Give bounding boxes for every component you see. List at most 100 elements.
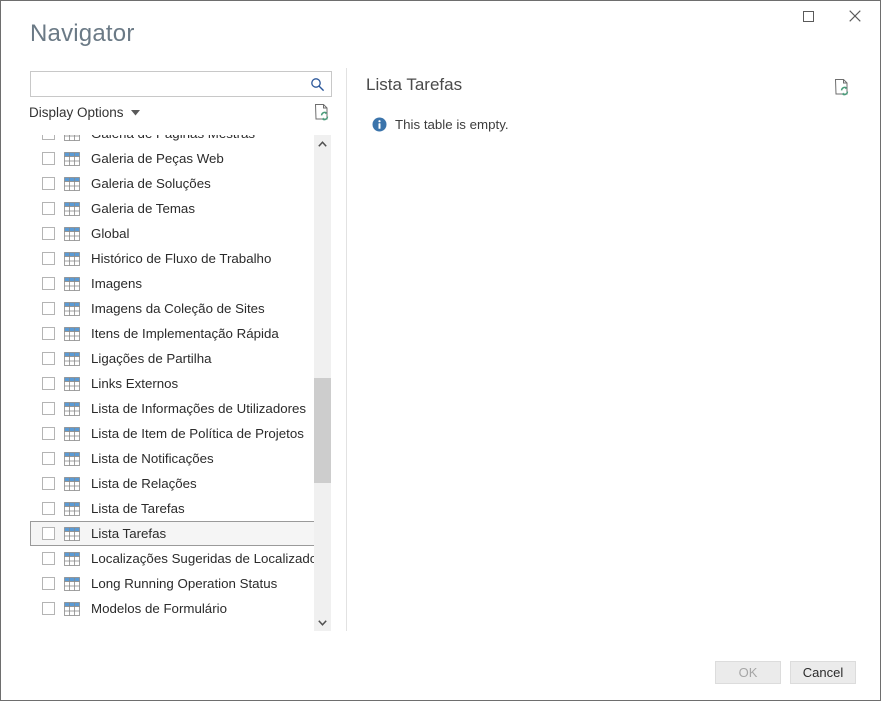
table-checkbox[interactable]	[42, 577, 55, 590]
table-checkbox[interactable]	[42, 277, 55, 290]
maximize-button[interactable]	[785, 1, 831, 31]
table-icon	[64, 601, 80, 616]
preview-refresh-document-icon[interactable]	[832, 78, 852, 98]
table-list-item[interactable]: Itens de Implementação Rápida	[30, 321, 315, 346]
table-icon-glyph	[64, 526, 80, 541]
search-input[interactable]	[31, 72, 303, 96]
table-item-label: Galeria de Páginas Mestras	[91, 135, 255, 141]
table-icon-glyph	[64, 476, 80, 491]
table-list-item[interactable]: Modelos de Formulário	[30, 596, 315, 621]
scroll-up-button[interactable]	[314, 135, 331, 152]
table-icon	[64, 326, 80, 341]
table-list-item[interactable]: Global	[30, 221, 315, 246]
scroll-down-button[interactable]	[314, 614, 331, 631]
table-checkbox[interactable]	[42, 552, 55, 565]
table-checkbox[interactable]	[42, 352, 55, 365]
table-checkbox[interactable]	[42, 602, 55, 615]
refresh-document-glyph	[314, 104, 329, 121]
table-item-label: Galeria de Soluções	[91, 176, 211, 191]
ok-button[interactable]: OK	[715, 661, 781, 684]
table-list-item[interactable]: Localizações Sugeridas de Localizador...	[30, 546, 315, 571]
table-icon	[64, 526, 80, 541]
scrollbar-thumb[interactable]	[314, 378, 331, 483]
table-icon	[64, 551, 80, 566]
magnifier-glyph	[310, 77, 324, 91]
table-item-label: Lista de Relações	[91, 476, 197, 491]
table-checkbox[interactable]	[42, 252, 55, 265]
table-icon	[64, 576, 80, 591]
table-list-item[interactable]: Lista de Informações de Utilizadores	[30, 396, 315, 421]
table-checkbox[interactable]	[42, 427, 55, 440]
table-checkbox[interactable]	[42, 227, 55, 240]
table-checkbox[interactable]	[42, 477, 55, 490]
close-icon	[849, 10, 861, 22]
display-options-label: Display Options	[29, 105, 124, 120]
page-title: Navigator	[30, 20, 135, 47]
table-icon	[64, 476, 80, 491]
display-options-dropdown[interactable]: Display Options	[29, 105, 140, 120]
table-checkbox[interactable]	[42, 452, 55, 465]
search-icon[interactable]	[307, 75, 327, 93]
table-checkbox[interactable]	[42, 202, 55, 215]
search-box[interactable]	[30, 71, 332, 97]
table-icon-glyph	[64, 551, 80, 566]
empty-table-message-text: This table is empty.	[395, 117, 509, 132]
list-scrollbar[interactable]	[314, 135, 331, 631]
refresh-document-icon[interactable]	[312, 103, 332, 123]
table-icon	[64, 201, 80, 216]
table-checkbox[interactable]	[42, 377, 55, 390]
close-button[interactable]	[832, 1, 878, 31]
table-icon	[64, 176, 80, 191]
table-checkbox[interactable]	[42, 135, 55, 140]
table-item-label: Itens de Implementação Rápida	[91, 326, 279, 341]
table-list-item[interactable]: Imagens	[30, 271, 315, 296]
table-item-label: Galeria de Temas	[91, 201, 195, 216]
tree-list: Galeria de Páginas Mestras Galeria de Peç…	[30, 135, 315, 621]
table-list-item[interactable]: Long Running Operation Status	[30, 571, 315, 596]
table-checkbox[interactable]	[42, 402, 55, 415]
table-list-item[interactable]: Imagens da Coleção de Sites	[30, 296, 315, 321]
table-checkbox[interactable]	[42, 302, 55, 315]
table-item-label: Lista de Informações de Utilizadores	[91, 401, 307, 416]
table-list-item[interactable]: Galeria de Páginas Mestras	[30, 135, 315, 146]
table-icon-glyph	[64, 301, 80, 316]
table-list-item[interactable]: Lista de Tarefas	[30, 496, 315, 521]
table-list-item[interactable]: Lista de Relações	[30, 471, 315, 496]
table-list-item[interactable]: Galeria de Peças Web	[30, 146, 315, 171]
table-item-label: Long Running Operation Status	[91, 576, 278, 591]
table-item-label: Ligações de Partilha	[91, 351, 212, 366]
table-icon-glyph	[64, 226, 80, 241]
table-icon	[64, 301, 80, 316]
table-icon-glyph	[64, 326, 80, 341]
table-icon	[64, 226, 80, 241]
table-checkbox[interactable]	[42, 527, 55, 540]
table-list-item[interactable]: Ligações de Partilha	[30, 346, 315, 371]
table-item-label: Lista de Tarefas	[91, 501, 185, 516]
chevron-down-icon	[130, 109, 140, 115]
cancel-button[interactable]: Cancel	[790, 661, 856, 684]
table-list-item[interactable]: Galeria de Temas	[30, 196, 315, 221]
table-list-item[interactable]: Lista de Notificações	[30, 446, 315, 471]
table-list-item[interactable]: Lista Tarefas	[30, 521, 315, 546]
table-checkbox[interactable]	[42, 177, 55, 190]
table-icon	[64, 351, 80, 366]
table-icon-glyph	[64, 501, 80, 516]
chevron-down-icon	[318, 619, 327, 626]
table-icon-glyph	[64, 276, 80, 291]
table-item-label: Global	[91, 226, 130, 241]
table-checkbox[interactable]	[42, 502, 55, 515]
table-list-item[interactable]: Lista de Item de Política de Projetos	[30, 421, 315, 446]
panel-divider	[346, 68, 347, 631]
table-item-label: Histórico de Fluxo de Trabalho	[91, 251, 272, 266]
table-item-label: Localizações Sugeridas de Localizador...	[91, 551, 314, 566]
table-icon	[64, 376, 80, 391]
navigator-dialog: Navigator Display Options Galeria de Peç…	[0, 0, 881, 701]
table-checkbox[interactable]	[42, 327, 55, 340]
table-list-item[interactable]: Histórico de Fluxo de Trabalho	[30, 246, 315, 271]
table-list-item[interactable]: Links Externos	[30, 371, 315, 396]
table-checkbox[interactable]	[42, 152, 55, 165]
table-item-label: Lista Tarefas	[91, 526, 167, 541]
table-list-item[interactable]: Galeria de Soluções	[30, 171, 315, 196]
table-icon-glyph	[64, 451, 80, 466]
tree-list-panel[interactable]: Galeria de Páginas Mestras Galeria de Peç…	[30, 135, 332, 631]
